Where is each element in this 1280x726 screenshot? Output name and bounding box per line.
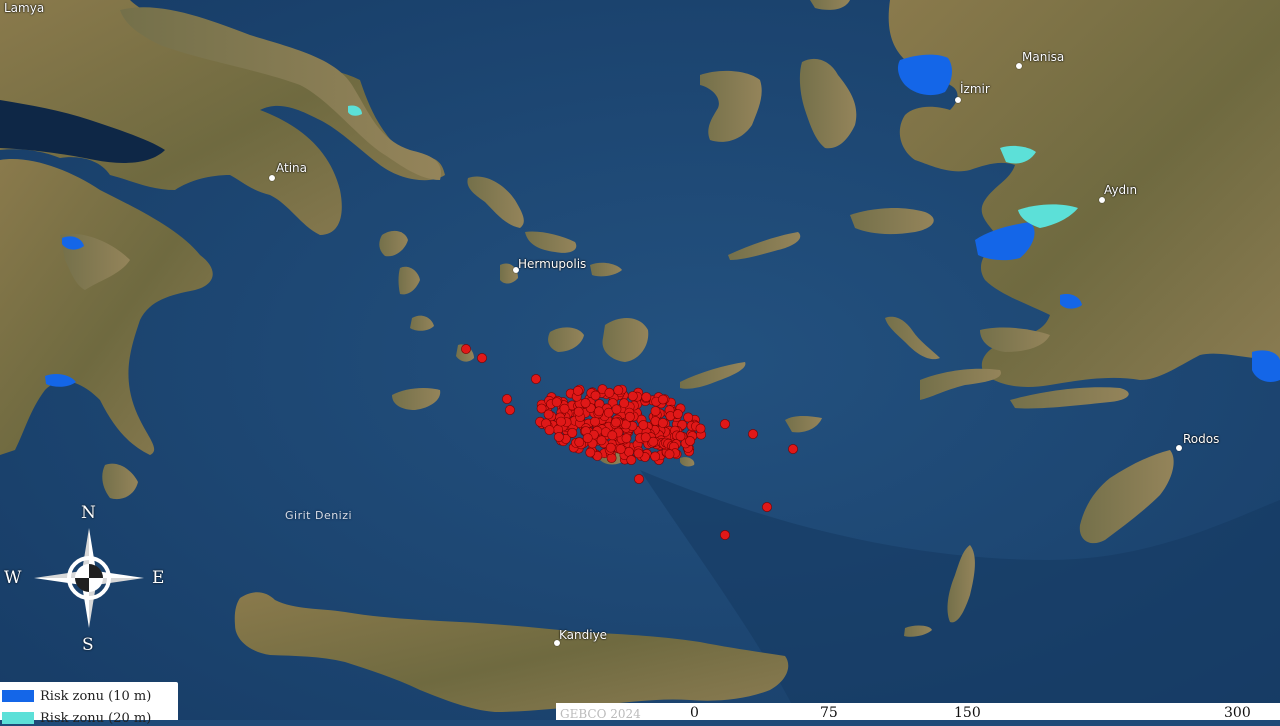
- city-label-hermupolis: Hermupolis: [518, 257, 587, 271]
- epicenter-marker: [567, 427, 578, 438]
- epicenter-marker: [664, 449, 675, 460]
- epicenter-marker: [611, 417, 621, 428]
- epicenter-marker: [611, 404, 622, 415]
- epicenter-marker: [574, 437, 585, 448]
- legend: Risk zonu (10 m) Risk zonu (20 m): [0, 682, 178, 726]
- epicenter-marker: [596, 435, 607, 446]
- epicenter-marker: [621, 433, 632, 444]
- samos: [850, 208, 934, 235]
- epicenter-marker: [606, 453, 617, 463]
- epicenter-marker: [627, 391, 638, 401]
- scale-tick-0: 0: [690, 705, 699, 721]
- epicenter-marker: [615, 444, 626, 454]
- epicenter-marker: [582, 433, 593, 443]
- epicenter-marker: [720, 419, 730, 429]
- epicenter-marker: [650, 406, 661, 416]
- epicenter-marker: [626, 455, 637, 465]
- legend-item-10m: Risk zonu (10 m): [2, 688, 151, 704]
- scale-caption: GEBCO 2024: [560, 707, 641, 721]
- epicenter-marker: [695, 423, 706, 434]
- legend-item-20m: Risk zonu (20 m): [2, 710, 151, 726]
- epicenter-marker: [638, 420, 649, 430]
- epicenter-marker: [640, 432, 651, 443]
- epicenter-marker: [607, 430, 618, 441]
- epicenter-marker: [748, 429, 758, 439]
- scale-tick-75: 75: [820, 705, 838, 721]
- legend-label-10m: Risk zonu (10 m): [40, 688, 152, 704]
- epicenter-marker: [762, 502, 772, 512]
- city-label-aydin: Aydın: [1104, 183, 1138, 197]
- scale-tick-300: 300: [1224, 705, 1251, 721]
- epicenter-marker: [551, 397, 562, 408]
- sea-label: Girit Denizi: [285, 509, 353, 522]
- scale-bar: GEBCO 2024 0 75 150 300: [556, 703, 1280, 721]
- city-label-atina: Atina: [276, 161, 307, 175]
- compass-west: W: [4, 568, 22, 588]
- epicenter-marker: [573, 406, 584, 417]
- scale-tick-150: 150: [954, 705, 981, 721]
- compass-south: S: [82, 635, 94, 655]
- epicenter-marker: [559, 403, 570, 414]
- city-dot-atina: [269, 175, 275, 181]
- epicenter-marker: [641, 392, 652, 402]
- city-label-kandiye: Kandiye: [559, 628, 608, 642]
- compass-east: E: [152, 568, 165, 588]
- city-label-lamya: Lamya: [4, 1, 45, 15]
- city-dot-aydin: [1099, 197, 1105, 203]
- epicenter-marker: [543, 409, 554, 420]
- epicenter-marker: [673, 409, 683, 419]
- epicenter-marker: [531, 374, 541, 384]
- legend-swatch-20m: [2, 712, 34, 724]
- epicenter-marker: [477, 353, 487, 363]
- epicenter-marker: [613, 385, 624, 396]
- epicenter-marker: [573, 385, 583, 396]
- legend-label-20m: Risk zonu (20 m): [40, 710, 152, 726]
- epicenter-marker: [502, 394, 512, 404]
- epicenter-marker: [683, 412, 694, 423]
- epicenter-marker: [580, 398, 591, 408]
- city-dot-rodos: [1176, 445, 1182, 451]
- epicenter-marker: [585, 447, 596, 458]
- epicenter-marker: [788, 444, 798, 454]
- epicenter-marker: [634, 474, 644, 484]
- epicenter-marker: [461, 344, 471, 354]
- city-label-manisa: Manisa: [1022, 50, 1065, 64]
- epicenter-marker: [554, 432, 564, 442]
- epicenter-marker: [604, 387, 615, 398]
- epicenter-marker: [544, 425, 555, 435]
- epicenter-marker: [633, 448, 644, 459]
- epicenter-marker: [594, 406, 604, 417]
- city-label-rodos: Rodos: [1183, 432, 1220, 446]
- city-label-izmir: İzmir: [960, 82, 990, 96]
- aegean-map: [0, 0, 1280, 720]
- epicenter-marker: [556, 416, 566, 427]
- epicenter-marker: [658, 417, 668, 428]
- epicenter-marker: [505, 405, 515, 415]
- epicenter-marker: [625, 411, 635, 422]
- compass-north: N: [81, 503, 96, 523]
- epicenter-marker: [658, 394, 668, 405]
- epicenter-marker: [720, 530, 730, 540]
- epicenter-marker: [624, 446, 634, 457]
- epicenter-marker: [685, 436, 695, 446]
- legend-swatch-10m: [2, 690, 34, 702]
- epicenter-marker: [619, 398, 629, 409]
- epicenter-marker: [650, 451, 661, 462]
- epicenter-marker: [590, 416, 600, 427]
- city-dot-izmir: [955, 97, 961, 103]
- epicenter-marker: [605, 442, 616, 453]
